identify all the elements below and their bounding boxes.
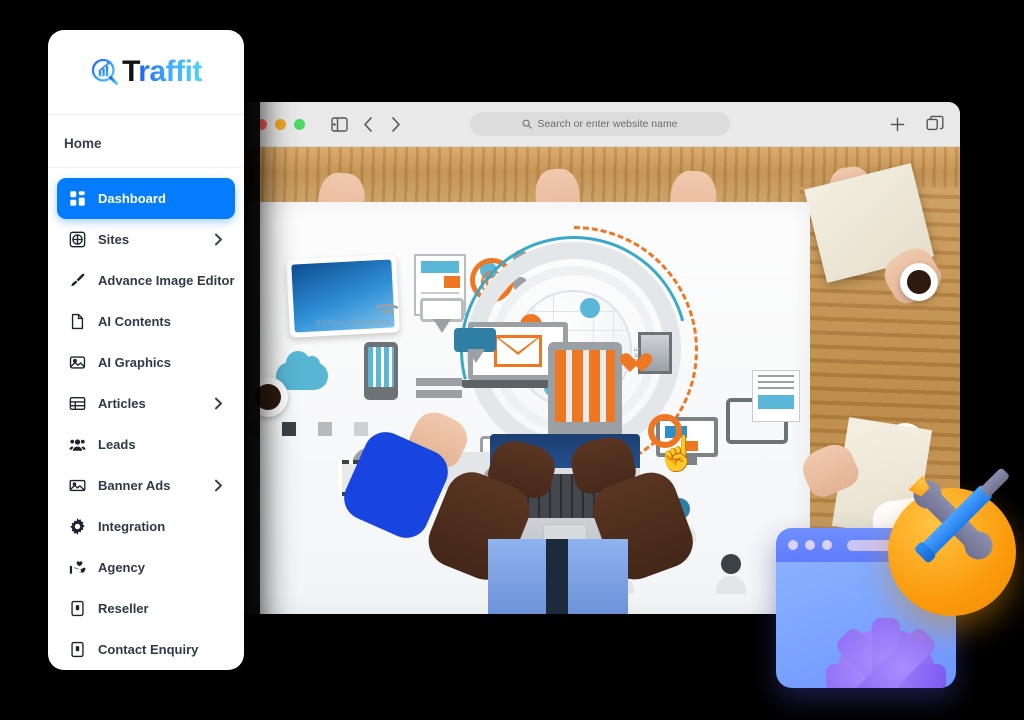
address-bar-container: Search or enter website name [470,112,730,136]
navigation-controls [331,116,402,133]
tablet-grid-icon [548,342,622,438]
chevron-right-icon [214,233,223,246]
magnifier-bar-chart-icon [90,57,120,87]
comment-bubble-filled-icon [454,328,496,363]
brand-wordmark-suffix: raffit [138,55,202,88]
sidebar-item-label: AI Graphics [98,355,171,370]
sidebar-item-banner-ads[interactable]: Banner Ads [57,465,235,506]
users-group-icon [69,436,86,453]
window-controls [256,118,305,130]
sidebar-item-articles[interactable]: Articles [57,383,235,424]
chevron-right-icon [214,397,223,410]
sidebar-item-label: Banner Ads [98,478,171,493]
brand-wordmark: Traffit [122,57,202,87]
coffee-cup [900,263,938,301]
node-square [246,422,260,436]
forward-button[interactable] [389,116,402,133]
document-stack-icon [752,370,800,422]
search-icon [522,119,533,129]
brand-logo[interactable]: Traffit [48,30,244,115]
sidebar-item-ai-contents[interactable]: AI Contents [57,301,235,342]
sidebar-item-label: Integration [98,519,166,534]
search-placeholder-text: Search or enter website name [537,118,678,130]
id-card-icon [69,600,86,617]
back-button[interactable] [362,116,375,133]
minimize-window-button[interactable] [275,118,286,130]
sidebar-item-contact-enquiry[interactable]: Contact Enquiry [57,629,235,670]
sidebar-item-label: Dashboard [98,191,166,206]
comment-bubble-icon [420,298,464,333]
poster-label-social-network: SOCIAL NETWORK [316,320,392,327]
sidebar-menu: Dashboard Sites Advance Image Editor AI Con… [48,168,244,670]
sidebar-item-dashboard[interactable]: Dashboard [57,178,235,219]
coffee-cup [248,377,288,417]
plus-icon[interactable] [889,116,906,133]
network-node [580,298,600,318]
sidebar-section-home: Home [48,115,244,168]
tab-overview-icon[interactable] [926,115,944,133]
sidebar-item-label: Agency [98,560,145,575]
brand-wordmark-prefix: T [122,55,139,88]
sidebar-section-label: Home [64,136,102,151]
decorative-3d-badge [768,470,1024,720]
maximize-window-button[interactable] [294,118,305,130]
sidebar-item-label: Reseller [98,601,149,616]
picture-icon [69,354,86,371]
heart-icon [630,354,650,372]
person-avatar-icon [716,554,746,594]
sidebar-item-sites[interactable]: Sites [57,219,235,260]
id-card-icon [69,641,86,658]
node-square [318,422,332,436]
gear-icon [69,518,86,535]
exchange-arrows-icon [416,378,462,398]
page-root: Search or enter website name @ SOCIAL NE… [0,0,1024,720]
node-square [282,422,296,436]
sidebar-item-label: AI Contents [98,314,171,329]
grid-dashboard-icon [69,190,86,207]
sidebar-toggle-icon[interactable] [331,116,348,132]
sidebar-item-leads[interactable]: Leads [57,424,235,465]
sidebar-item-ai-graphics[interactable]: AI Graphics [57,342,235,383]
sidebar-item-label: Leads [98,437,136,452]
toolbar-right-actions [889,115,944,133]
node-square [354,422,368,436]
document-icon [69,313,86,330]
paintbrush-icon [69,272,86,289]
wrench-screwdriver-3d-icon [888,488,1016,616]
globe-icon [69,231,86,248]
search-input[interactable]: Search or enter website name [470,112,730,136]
sidebar-item-advance-image-editor[interactable]: Advance Image Editor [57,260,235,301]
sidebar-item-agency[interactable]: Agency [57,547,235,588]
sidebar-item-label: Sites [98,232,130,247]
hand-heart-icon [69,559,86,576]
app-sidebar: Traffit Home Dashboard Sites Advance Image… [48,30,244,670]
sidebar-item-label: Contact Enquiry [98,642,199,657]
necktie [546,539,568,614]
sidebar-item-label: Articles [98,396,146,411]
chevron-right-icon [214,479,223,492]
browser-toolbar: Search or enter website name [240,102,960,147]
cursor-hand-icon: ☝ [656,435,699,473]
wifi-icon [370,298,404,320]
sidebar-item-label: Advance Image Editor [98,273,235,288]
sidebar-item-integration[interactable]: Integration [57,506,235,547]
gear-3d-icon [826,618,946,688]
table-icon [69,395,86,412]
banner-image-icon [69,477,86,494]
smartphone-icon [364,342,398,400]
close-window-button[interactable] [256,118,267,130]
sidebar-item-reseller[interactable]: Reseller [57,588,235,629]
